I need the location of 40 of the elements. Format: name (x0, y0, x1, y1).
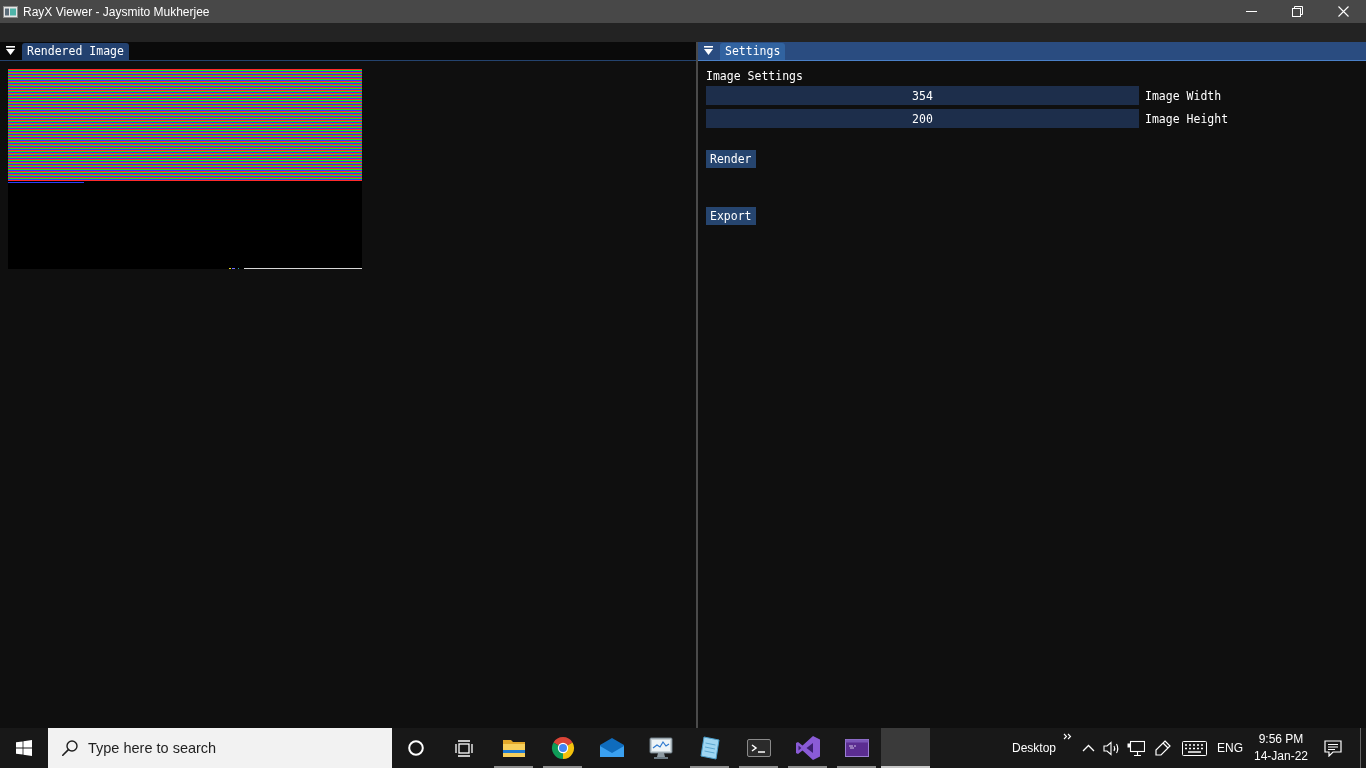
section-heading: Image Settings (706, 69, 803, 83)
task-view-icon[interactable] (455, 739, 473, 757)
notepad-icon[interactable] (698, 736, 721, 760)
collapse-triangle-icon[interactable] (704, 46, 713, 55)
number-field[interactable]: 354 (706, 86, 1139, 105)
folder-icon[interactable] (501, 738, 526, 758)
ribbon-logo-icon[interactable] (794, 735, 821, 761)
terminal-icon[interactable] (746, 739, 771, 757)
number-field[interactable]: 200 (706, 109, 1139, 128)
app-window-icon (3, 5, 18, 18)
double-chevron-icon[interactable] (1063, 733, 1073, 740)
toolbar-label: Desktop (1012, 740, 1057, 756)
close-icon[interactable] (1337, 6, 1349, 17)
restore-icon[interactable] (1291, 6, 1303, 17)
panel-tab[interactable]: Rendered Image (22, 43, 129, 60)
speaker-icon[interactable] (1102, 740, 1120, 756)
taskbar-button[interactable] (881, 728, 930, 768)
field-label: Image Width (1145, 88, 1222, 103)
action-button[interactable]: Render (706, 150, 756, 168)
panel-tab[interactable]: Settings (720, 43, 786, 60)
monitor-chart-icon[interactable] (647, 736, 674, 760)
field-label: Image Height (1145, 111, 1229, 126)
minimize-icon[interactable] (1245, 11, 1257, 12)
ring-icon[interactable] (408, 740, 424, 756)
collapse-triangle-icon[interactable] (6, 46, 15, 55)
action-button[interactable]: Export (706, 207, 756, 225)
console-window-icon[interactable] (844, 739, 869, 757)
envelope-icon[interactable] (598, 738, 625, 758)
pen-icon[interactable] (1154, 739, 1172, 757)
keyboard-icon[interactable] (1181, 740, 1207, 756)
network-icon[interactable] (1127, 739, 1145, 757)
clock-button[interactable]: 9:56 PM 14-Jan-22 (1248, 728, 1314, 768)
caret-up-icon[interactable] (1081, 744, 1095, 752)
windows-logo-icon[interactable] (16, 740, 32, 756)
search-field[interactable]: Type here to search (48, 728, 392, 768)
tricolor-circle-icon[interactable] (550, 736, 575, 760)
search-icon (62, 740, 78, 756)
window-title: RayX Viewer - Jaysmito Mukherjee (23, 5, 210, 18)
notification-icon[interactable] (1324, 739, 1342, 757)
language-button[interactable]: ENG (1212, 728, 1248, 768)
